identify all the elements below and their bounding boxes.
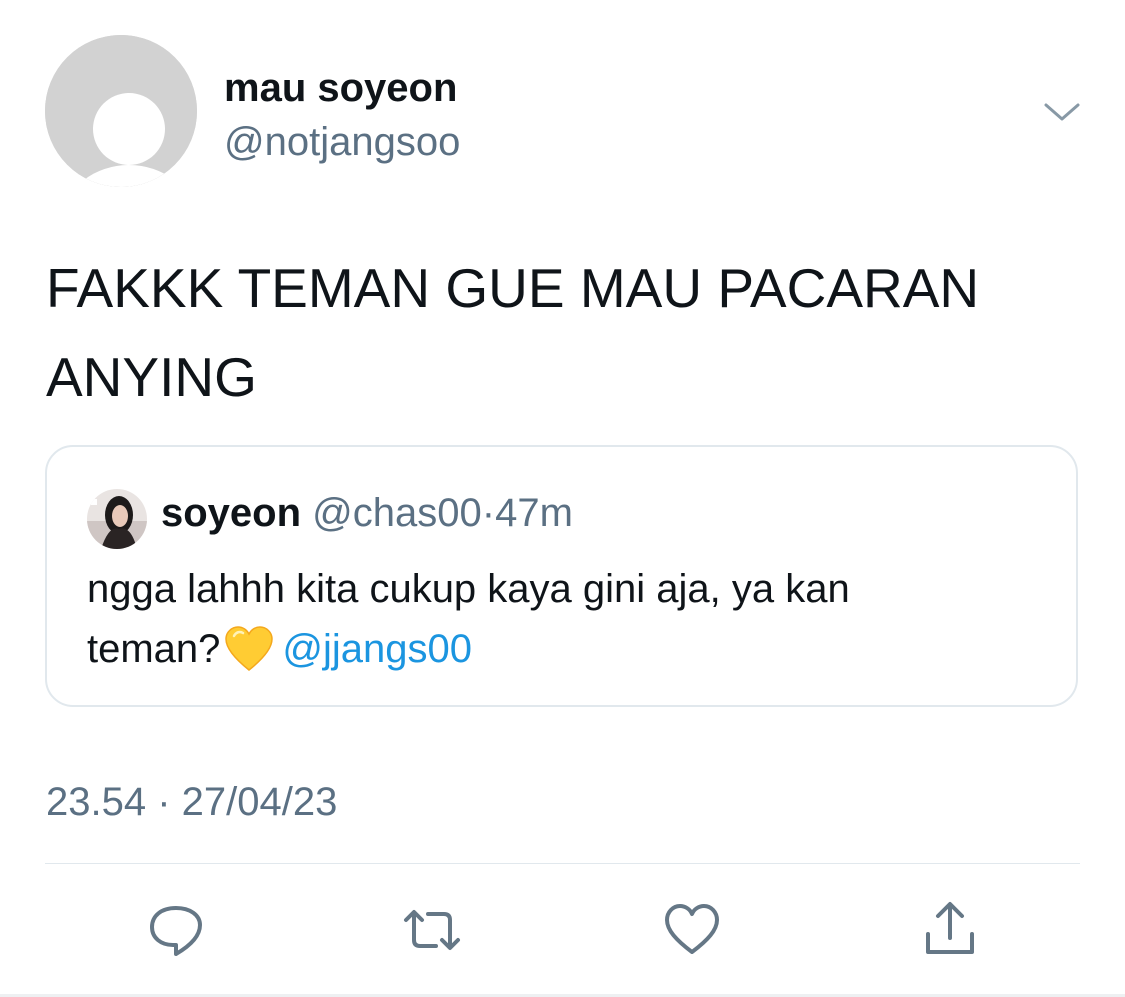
- divider: [45, 863, 1080, 864]
- quoted-author-avatar: [87, 489, 147, 549]
- chevron-down-icon[interactable]: [1041, 96, 1083, 126]
- tweet-timestamp[interactable]: 23.54 · 27/04/23: [46, 780, 337, 825]
- quoted-tweet-age: 47m: [495, 491, 573, 535]
- quoted-tweet-text: ngga lahhh kita cukup kaya gini aja, ya …: [87, 559, 1047, 679]
- mention-link[interactable]: @jjangs00: [282, 627, 472, 671]
- share-icon[interactable]: [920, 900, 980, 960]
- quoted-tweet-text-line-2: teman? @jjangs00: [87, 619, 1047, 679]
- tweet-text-line: ANYING: [46, 346, 257, 408]
- quoted-author-display-name: soyeon: [161, 491, 302, 535]
- reply-icon[interactable]: [146, 900, 206, 960]
- retweet-icon[interactable]: [402, 900, 462, 960]
- quoted-tweet-text-fragment: teman?: [87, 627, 221, 671]
- quoted-tweet-text-line: ngga lahhh kita cukup kaya gini aja, ya …: [87, 567, 850, 611]
- author-display-name[interactable]: mau soyeon: [224, 66, 457, 111]
- quoted-author-handle: @chas00: [312, 491, 482, 535]
- author-avatar[interactable]: [45, 35, 197, 187]
- yellow-heart-icon: [224, 626, 274, 672]
- default-avatar-icon: [45, 35, 197, 187]
- tweet-text: FAKKK TEMAN GUE MAU PACARAN ANYING: [46, 244, 1086, 422]
- tweet: mau soyeon @notjangsoo FAKKK TEMAN GUE M…: [0, 0, 1125, 997]
- quoted-tweet-card[interactable]: soyeon @chas00·47m ngga lahhh kita cukup…: [45, 445, 1078, 707]
- quoted-tweet-header: soyeon @chas00·47m: [161, 491, 573, 536]
- meta-separator: ·: [481, 491, 496, 535]
- author-handle[interactable]: @notjangsoo: [224, 120, 460, 165]
- like-icon[interactable]: [662, 900, 722, 960]
- tweet-text-line: FAKKK TEMAN GUE MAU PACARAN: [46, 257, 980, 319]
